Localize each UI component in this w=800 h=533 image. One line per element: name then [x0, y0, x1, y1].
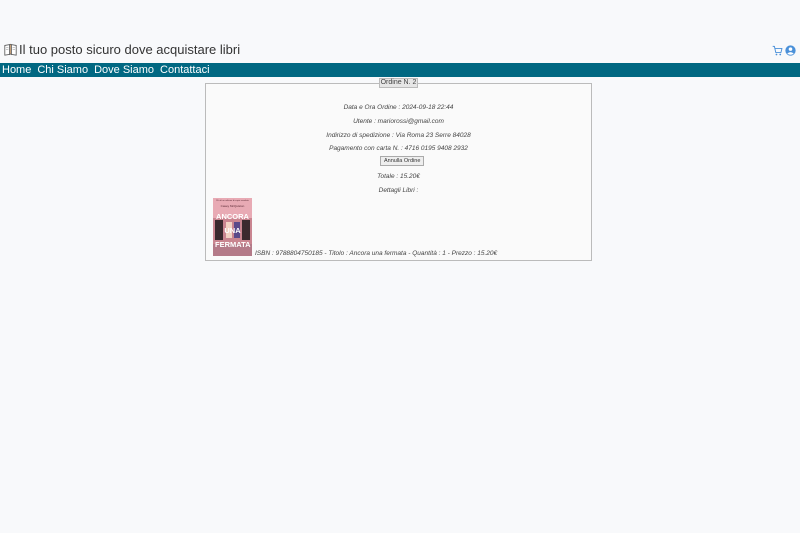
nav-chi-siamo[interactable]: Chi Siamo — [37, 63, 88, 77]
site-header: Il tuo posto sicuro dove acquistare libr… — [0, 40, 800, 62]
order-total: Totale : 15.20€ — [377, 173, 420, 180]
book-cover-image: Più di un milione di copie vendute Casey… — [213, 198, 252, 256]
order-user: Utente : mariorossi@gmail.com — [353, 118, 444, 125]
order-address: Indirizzo di spedizione : Via Roma 23 Se… — [326, 132, 471, 139]
nav-contattaci[interactable]: Contattaci — [160, 63, 210, 77]
cart-icon[interactable] — [772, 43, 783, 61]
book-cover-author: Casey McQuiston — [220, 204, 245, 208]
order-panel: Ordine N. 2 Data e Ora Ordine : 2024-09-… — [205, 78, 592, 261]
book-cover-tagline: Più di un milione di copie vendute — [216, 200, 249, 202]
user-icon[interactable] — [785, 43, 796, 61]
book-icon — [4, 43, 17, 56]
brand[interactable]: Il tuo posto sicuro dove acquistare libr… — [4, 42, 240, 57]
order-payment: Pagamento con carta N. : 4716 0195 9408 … — [329, 145, 468, 152]
main-nav: Home Chi Siamo Dove Siamo Contattaci — [0, 63, 800, 77]
book-details-label: Dettagli Libri : — [378, 187, 419, 194]
cancel-order-button[interactable]: Annulla Ordine — [380, 156, 425, 166]
order-date: Data e Ora Ordine : 2024-09-18 22:44 — [343, 104, 454, 111]
book-cover-title: ANCORA UNA FERMATA — [215, 212, 251, 249]
order-legend: Ordine N. 2 — [378, 78, 419, 88]
site-title: Il tuo posto sicuro dove acquistare libr… — [19, 42, 241, 57]
nav-home[interactable]: Home — [2, 63, 31, 77]
book-item-line: ISBN : 9788804750185 - Titolo : Ancora u… — [255, 250, 498, 257]
nav-dove-siamo[interactable]: Dove Siamo — [94, 63, 154, 77]
